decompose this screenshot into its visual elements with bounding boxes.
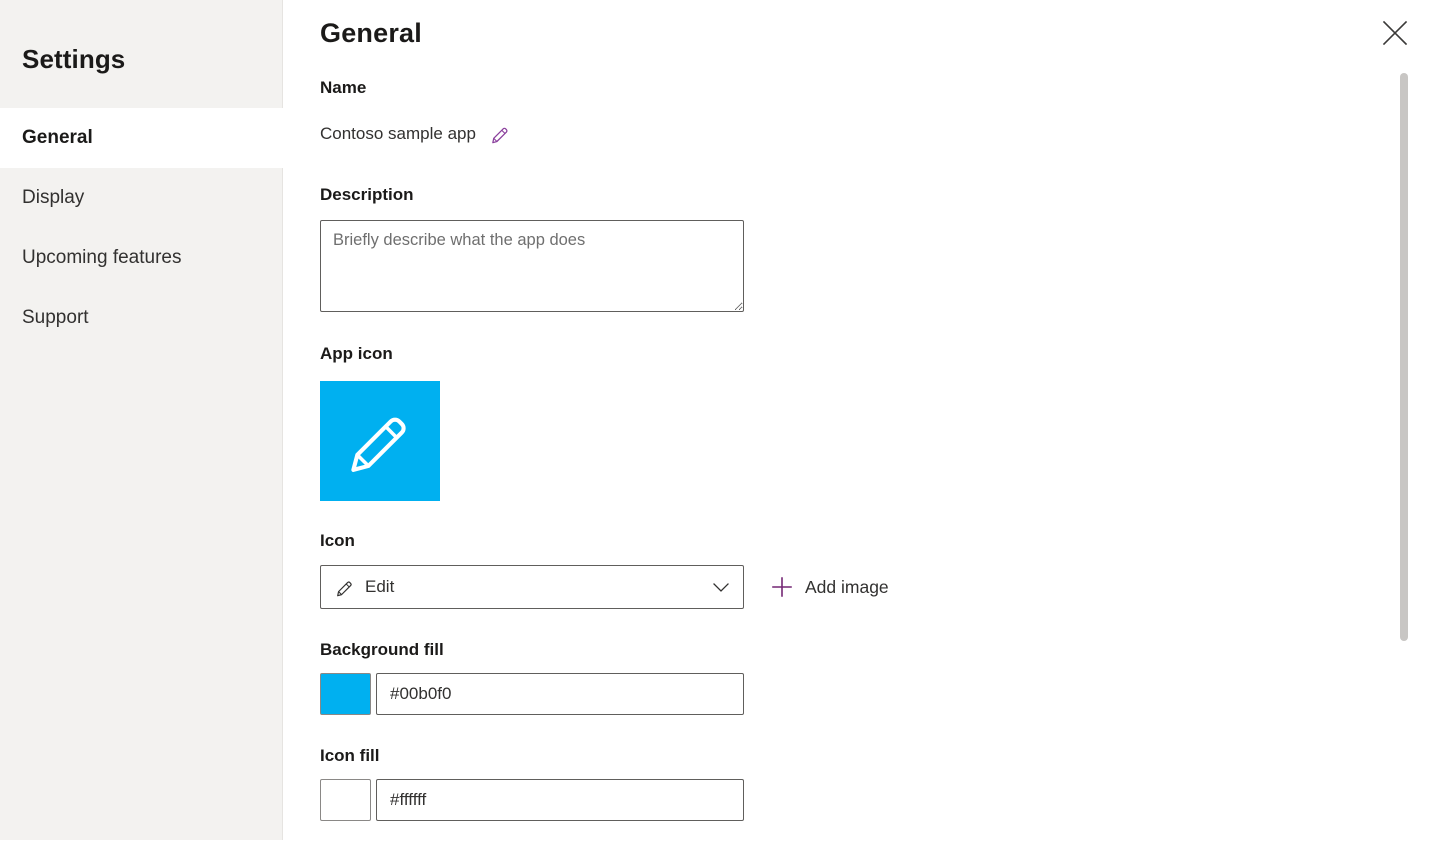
sidebar-item-display[interactable]: Display xyxy=(0,168,283,228)
add-image-button[interactable]: Add image xyxy=(768,571,891,603)
chevron-down-icon xyxy=(710,576,732,598)
icon-fill-swatch[interactable] xyxy=(320,779,371,821)
icon-fill-row xyxy=(320,779,1360,821)
description-field-group: Description xyxy=(320,185,1360,312)
name-row: Contoso sample app xyxy=(320,124,1360,144)
sidebar-item-label: General xyxy=(22,127,93,148)
description-label: Description xyxy=(320,185,414,204)
sidebar-item-upcoming-features[interactable]: Upcoming features xyxy=(0,228,283,288)
icon-label: Icon xyxy=(320,531,355,550)
background-fill-label: Background fill xyxy=(320,640,444,659)
icon-select-value: Edit xyxy=(365,577,395,596)
sidebar-item-label: Display xyxy=(22,187,85,208)
vertical-scrollbar[interactable] xyxy=(1400,73,1408,641)
description-input[interactable] xyxy=(320,220,744,312)
general-settings-form: Name Contoso sample app Description App … xyxy=(320,78,1360,821)
background-fill-row xyxy=(320,673,1360,715)
close-button[interactable] xyxy=(1375,13,1415,53)
app-icon-label: App icon xyxy=(320,344,393,363)
name-label: Name xyxy=(320,78,367,97)
settings-sidebar: Settings General Display Upcoming featur… xyxy=(0,0,283,840)
settings-nav: General Display Upcoming features Suppor… xyxy=(0,108,283,348)
pencil-icon xyxy=(492,127,508,144)
icon-row: Edit Add image xyxy=(320,565,1360,609)
name-field-group: Name Contoso sample app xyxy=(320,78,1360,144)
icon-select[interactable]: Edit xyxy=(320,565,744,609)
background-fill-input[interactable] xyxy=(376,673,744,715)
close-icon xyxy=(1382,20,1408,46)
add-image-label: Add image xyxy=(805,576,889,597)
icon-fill-label: Icon fill xyxy=(320,746,380,765)
background-fill-group: Background fill xyxy=(320,640,1360,715)
app-icon-preview[interactable] xyxy=(320,381,440,501)
name-value: Contoso sample app xyxy=(320,124,476,143)
sidebar-item-support[interactable]: Support xyxy=(0,288,283,348)
settings-title: Settings xyxy=(22,44,126,74)
scrollbar-thumb[interactable] xyxy=(1400,73,1408,641)
edit-name-button[interactable] xyxy=(490,124,510,144)
page-title: General xyxy=(320,18,422,48)
icon-fill-group: Icon fill xyxy=(320,746,1360,821)
plus-icon xyxy=(770,575,794,599)
sidebar-item-label: Support xyxy=(22,307,89,328)
pencil-icon xyxy=(351,417,406,472)
app-icon-group: App icon xyxy=(320,344,1360,501)
icon-select-group: Icon Edit Add image xyxy=(320,531,1360,609)
settings-content-pane: General Name Contoso sample app Descript… xyxy=(283,0,1436,847)
sidebar-item-label: Upcoming features xyxy=(22,247,182,268)
pencil-icon xyxy=(335,578,354,597)
background-fill-swatch[interactable] xyxy=(320,673,371,715)
icon-fill-input[interactable] xyxy=(376,779,744,821)
sidebar-item-general[interactable]: General xyxy=(0,108,283,168)
